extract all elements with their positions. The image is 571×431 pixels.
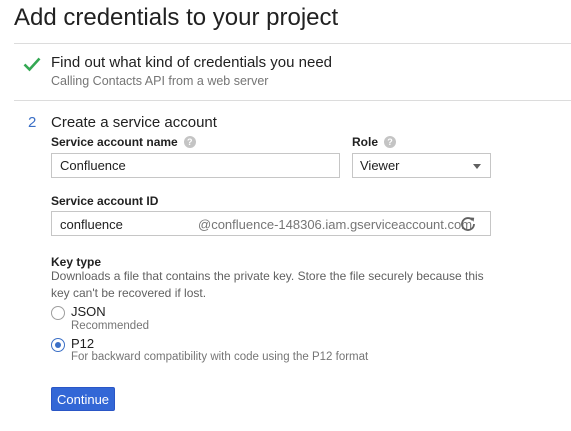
page-title: Add credentials to your project xyxy=(14,4,339,31)
service-account-id-value[interactable]: confluence xyxy=(60,217,123,232)
service-account-name-input[interactable] xyxy=(51,153,340,178)
account-name-label: Service account name ? xyxy=(51,135,196,149)
help-icon[interactable]: ? xyxy=(384,136,397,148)
divider xyxy=(14,43,571,44)
json-description: Recommended xyxy=(71,320,149,332)
account-name-label-text: Service account name xyxy=(51,135,178,149)
p12-label[interactable]: P12 xyxy=(71,336,94,351)
account-id-label-text: Service account ID xyxy=(51,194,159,208)
refresh-icon[interactable] xyxy=(460,216,476,232)
key-type-label: Key type xyxy=(51,255,102,269)
role-label-text: Role xyxy=(352,135,379,149)
check-icon xyxy=(23,57,41,72)
service-account-id-field[interactable]: confluence @confluence-148306.iam.gservi… xyxy=(51,211,491,236)
divider xyxy=(14,100,571,101)
p12-radio[interactable] xyxy=(51,338,65,352)
p12-description: For backward compatibility with code usi… xyxy=(71,351,369,363)
role-label: Role ? xyxy=(352,135,397,149)
step1-subtitle: Calling Contacts API from a web server xyxy=(51,74,269,88)
step1-title[interactable]: Find out what kind of credentials you ne… xyxy=(51,54,332,71)
json-label[interactable]: JSON xyxy=(71,304,106,319)
step-number: 2 xyxy=(28,114,37,131)
json-radio[interactable] xyxy=(51,306,65,320)
chevron-down-icon xyxy=(473,164,481,169)
role-select-value: Viewer xyxy=(360,158,400,173)
step2-title: Create a service account xyxy=(51,114,217,131)
account-id-label: Service account ID xyxy=(51,194,158,208)
role-select[interactable]: Viewer xyxy=(352,153,491,178)
help-icon[interactable]: ? xyxy=(183,136,196,148)
key-type-description: Downloads a file that contains the priva… xyxy=(51,269,484,300)
continue-button[interactable]: Continue xyxy=(51,387,115,411)
service-account-id-suffix: @confluence-148306.iam.gserviceaccount.c… xyxy=(198,217,473,232)
